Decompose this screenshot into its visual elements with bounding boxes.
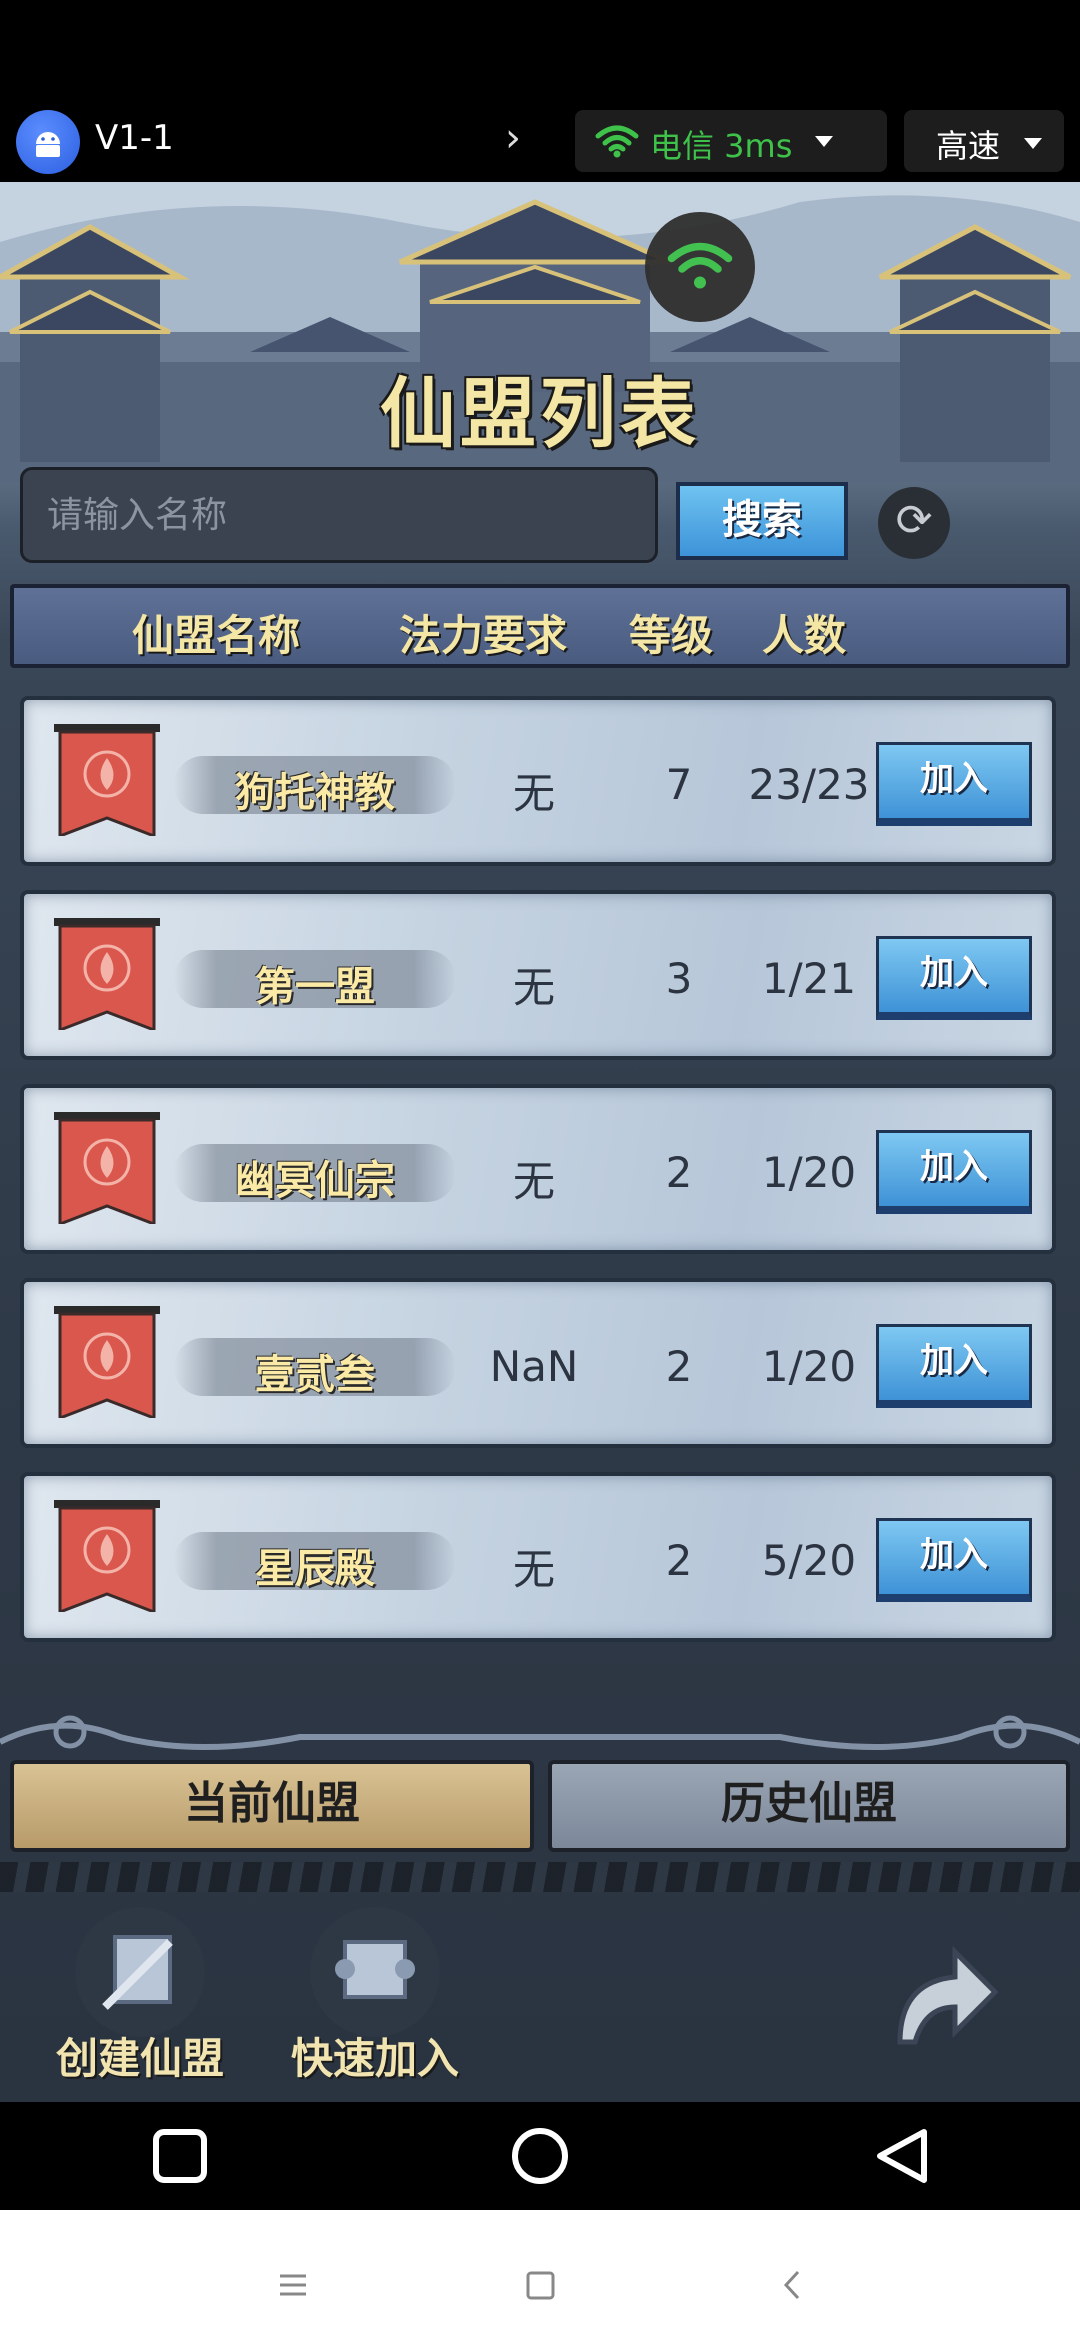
alliance-banner-icon xyxy=(54,724,160,836)
square-home-icon[interactable] xyxy=(526,2271,555,2300)
alliance-name: 第一盟 xyxy=(255,963,375,1010)
return-arrow-icon[interactable] xyxy=(870,1922,1010,2062)
cloud-ornament xyxy=(0,1715,1080,1750)
alliance-level: 2 xyxy=(665,1536,693,1585)
alliance-requirement: 无 xyxy=(512,1545,555,1594)
alliance-row: 星辰殿 无 2 5/20 加入 xyxy=(20,1472,1056,1642)
alliance-banner-icon xyxy=(54,1112,160,1224)
speed-selector[interactable]: 高速 xyxy=(904,110,1064,172)
alliance-name: 星辰殿 xyxy=(255,1545,375,1592)
tab-history-alliance[interactable]: 历史仙盟 xyxy=(548,1760,1070,1852)
network-label: 电信 3ms xyxy=(650,127,793,165)
android-robot-icon xyxy=(36,132,60,157)
alliance-member-count: 1/21 xyxy=(761,954,857,1003)
alliance-member-count: 23/23 xyxy=(748,760,870,809)
alliance-requirement: 无 xyxy=(512,963,555,1012)
tab-current-alliance[interactable]: 当前仙盟 xyxy=(10,1760,534,1852)
alliance-row: 第一盟 无 3 1/21 加入 xyxy=(20,890,1056,1060)
system-gesture-bar xyxy=(0,2210,1080,2340)
scroll-icon xyxy=(310,1907,440,2037)
list-header: 仙盟名称 法力要求 等级 人数 xyxy=(10,584,1070,668)
join-button[interactable]: 加入 xyxy=(876,1324,1032,1408)
caret-down-icon xyxy=(815,136,833,147)
column-header-requirement: 法力要求 xyxy=(399,611,568,660)
alliance-requirement: 无 xyxy=(512,769,555,818)
column-header-level: 等级 xyxy=(629,611,714,660)
refresh-button[interactable]: ⟳ xyxy=(878,487,950,559)
app-title: V1-1 xyxy=(95,118,174,158)
alliance-member-count: 5/20 xyxy=(761,1536,857,1585)
alliance-level: 7 xyxy=(665,760,693,809)
wifi-icon xyxy=(667,242,733,289)
alliance-name: 幽冥仙宗 xyxy=(235,1157,395,1204)
alliance-level: 3 xyxy=(665,954,693,1003)
caret-down-icon xyxy=(1024,138,1042,149)
alliance-level: 2 xyxy=(665,1148,693,1197)
alliance-row: 幽冥仙宗 无 2 1/20 加入 xyxy=(20,1084,1056,1254)
column-header-name: 仙盟名称 xyxy=(132,611,301,660)
android-navigation-bar xyxy=(0,2102,1080,2210)
create-alliance-button[interactable]: 创建仙盟 xyxy=(30,1907,230,2097)
alliance-member-count: 1/20 xyxy=(761,1342,857,1391)
page-title: 仙盟列表 xyxy=(380,369,700,458)
column-header-count: 人数 xyxy=(762,611,847,660)
search-button[interactable]: 搜索 xyxy=(676,482,848,560)
join-button[interactable]: 加入 xyxy=(876,1130,1032,1214)
ink-divider xyxy=(0,1862,1080,1892)
recent-apps-icon[interactable] xyxy=(153,2129,207,2183)
quick-join-label: 快速加入 xyxy=(290,2034,459,2083)
alliance-banner-icon xyxy=(54,1500,160,1612)
quick-join-button[interactable]: 快速加入 xyxy=(265,1907,465,2097)
alliance-row: 狗托神教 无 7 23/23 加入 xyxy=(20,696,1056,866)
alliance-banner-icon xyxy=(54,918,160,1030)
floating-wifi-button[interactable] xyxy=(645,212,755,322)
chevron-right-icon[interactable]: › xyxy=(505,118,521,158)
alliance-name: 狗托神教 xyxy=(235,769,395,816)
back-icon[interactable] xyxy=(877,2129,927,2183)
android-app-icon[interactable] xyxy=(16,110,80,174)
refresh-icon: ⟳ xyxy=(895,495,933,546)
alliance-requirement: NaN xyxy=(489,1342,579,1391)
create-alliance-icon xyxy=(75,1907,205,2037)
alliance-row: 壹贰叁 NaN 2 1/20 加入 xyxy=(20,1278,1056,1448)
join-button[interactable]: 加入 xyxy=(876,936,1032,1020)
alliance-banner-icon xyxy=(54,1306,160,1418)
search-input[interactable] xyxy=(20,467,658,563)
home-icon[interactable] xyxy=(512,2128,568,2184)
alliance-name: 壹贰叁 xyxy=(255,1351,375,1398)
alliance-level: 2 xyxy=(665,1342,693,1391)
network-selector[interactable]: 电信 3ms xyxy=(575,110,887,172)
game-screen: 仙盟列表 搜索 ⟳ 仙盟名称 法力要求 等级 人数 狗托神教 无 7 23/23… xyxy=(0,182,1080,2102)
join-button[interactable]: 加入 xyxy=(876,1518,1032,1602)
speed-label: 高速 xyxy=(936,127,1001,165)
join-button[interactable]: 加入 xyxy=(876,742,1032,826)
chevron-left-icon[interactable] xyxy=(783,2270,800,2300)
menu-icon[interactable] xyxy=(280,2274,306,2296)
alliance-requirement: 无 xyxy=(512,1157,555,1206)
wifi-icon xyxy=(595,125,639,158)
emulator-top-bar: V1-1 › 电信 3ms 高速 xyxy=(0,0,1080,182)
alliance-member-count: 1/20 xyxy=(761,1148,857,1197)
create-alliance-label: 创建仙盟 xyxy=(55,2034,224,2083)
